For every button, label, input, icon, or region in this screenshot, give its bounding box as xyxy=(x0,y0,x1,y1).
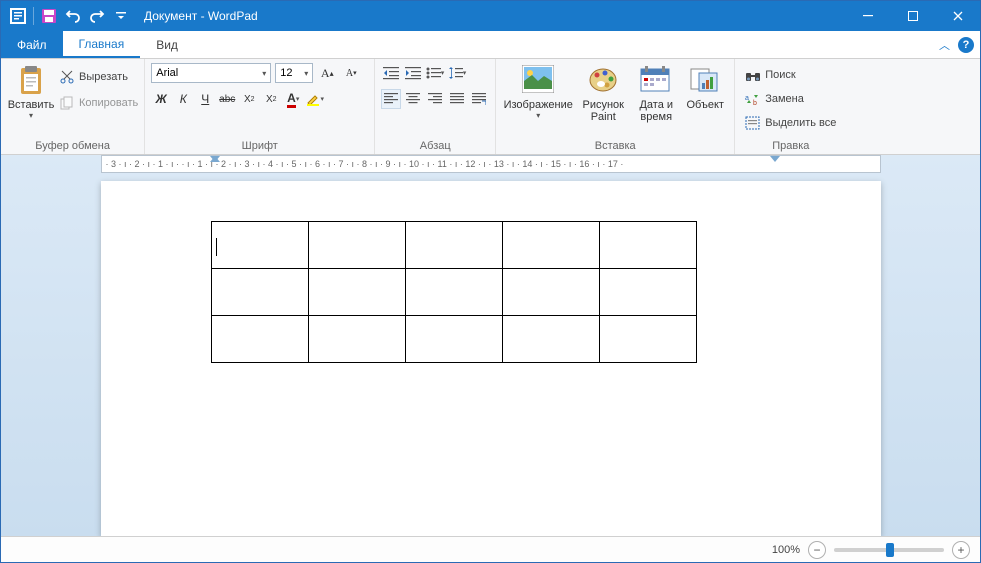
right-indent-marker[interactable] xyxy=(770,156,780,162)
group-clipboard-label: Буфер обмена xyxy=(7,138,138,152)
workspace: · 3 · ı · 2 · ı · 1 · ı · · ı · 1 · ı · … xyxy=(1,155,980,536)
paste-label: Вставить xyxy=(8,99,55,111)
highlight-button[interactable]: ▾ xyxy=(305,89,325,109)
group-editing: Поиск ab Замена Выделить все Правка xyxy=(735,59,846,154)
table-row xyxy=(211,222,696,269)
bullets-button[interactable]: ▾ xyxy=(425,63,445,83)
strikethrough-button[interactable]: abc xyxy=(217,89,237,109)
align-right-button[interactable] xyxy=(425,89,445,109)
help-icon[interactable]: ? xyxy=(958,37,974,53)
bold-button[interactable]: Ж xyxy=(151,89,171,109)
redo-icon[interactable] xyxy=(86,5,108,27)
find-label: Поиск xyxy=(765,69,795,81)
cut-button[interactable]: Вырезать xyxy=(59,67,138,87)
group-font: Arial▾ 12▾ A▴ A▾ Ж К Ч abc X2 X2 A▾ ▾ Шр… xyxy=(145,59,375,154)
binoculars-icon xyxy=(745,67,761,83)
quick-access-toolbar xyxy=(1,1,138,31)
insert-picture-button[interactable]: Изображение ▾ xyxy=(502,63,574,125)
grow-font-button[interactable]: A▴ xyxy=(317,63,337,83)
italic-button[interactable]: К xyxy=(173,89,193,109)
group-insert: Изображение ▾ Рисунок Paint Дата и время… xyxy=(496,59,735,154)
font-size-combo[interactable]: 12▾ xyxy=(275,63,313,83)
insert-picture-label: Изображение xyxy=(504,99,573,111)
window-title: Документ - WordPad xyxy=(144,9,845,23)
tab-home[interactable]: Главная xyxy=(63,31,141,58)
insert-datetime-label: Дата и время xyxy=(634,99,678,123)
select-all-button[interactable]: Выделить все xyxy=(745,113,836,133)
copy-icon xyxy=(59,95,75,111)
left-indent-marker[interactable] xyxy=(210,156,220,162)
minimize-button[interactable] xyxy=(845,1,890,31)
chevron-down-icon: ▾ xyxy=(29,111,33,120)
document-area[interactable] xyxy=(1,175,980,536)
font-name-combo[interactable]: Arial▾ xyxy=(151,63,271,83)
close-button[interactable] xyxy=(935,1,980,31)
zoom-slider-thumb[interactable] xyxy=(886,543,894,557)
group-paragraph-label: Абзац xyxy=(381,138,489,152)
group-insert-label: Вставка xyxy=(502,138,728,152)
paragraph-dialog-button[interactable] xyxy=(469,89,489,109)
collapse-ribbon-icon[interactable]: ︿ xyxy=(939,37,950,53)
horizontal-ruler[interactable]: · 3 · ı · 2 · ı · 1 · ı · · ı · 1 · ı · … xyxy=(101,155,881,173)
wordpad-window: { "title": "Документ - WordPad", "tabs":… xyxy=(0,0,981,563)
maximize-button[interactable] xyxy=(890,1,935,31)
undo-icon[interactable] xyxy=(62,5,84,27)
align-left-button[interactable] xyxy=(381,89,401,109)
page xyxy=(101,181,881,536)
ribbon: Вставить ▾ Вырезать Копировать Буфер обм… xyxy=(1,59,980,155)
shrink-font-button[interactable]: A▾ xyxy=(341,63,361,83)
document-table[interactable] xyxy=(211,221,697,363)
select-all-label: Выделить все xyxy=(765,117,836,129)
group-editing-label: Правка xyxy=(741,138,840,152)
font-color-button[interactable]: A▾ xyxy=(283,89,303,109)
group-paragraph: ▾ ▾ Абзац xyxy=(375,59,496,154)
align-center-button[interactable] xyxy=(403,89,423,109)
table-row xyxy=(211,316,696,363)
insert-object-label: Объект xyxy=(687,99,724,111)
paste-button[interactable]: Вставить ▾ xyxy=(7,63,55,122)
copy-button[interactable]: Копировать xyxy=(59,93,138,113)
window-controls xyxy=(845,1,980,31)
chevron-down-icon: ▾ xyxy=(536,111,540,120)
app-icon[interactable] xyxy=(7,5,29,27)
decrease-indent-button[interactable] xyxy=(381,63,401,83)
zoom-in-button[interactable]: + xyxy=(952,541,970,559)
insert-datetime-button[interactable]: Дата и время xyxy=(632,63,680,125)
justify-button[interactable] xyxy=(447,89,467,109)
zoom-level: 100% xyxy=(772,544,800,556)
insert-object-button[interactable]: Объект xyxy=(682,63,728,125)
text-cursor xyxy=(216,238,217,256)
ribbon-tabs: Файл Главная Вид ︿ ? xyxy=(1,31,980,59)
cut-label: Вырезать xyxy=(79,71,128,83)
save-icon[interactable] xyxy=(38,5,60,27)
subscript-button[interactable]: X2 xyxy=(239,89,259,109)
copy-label: Копировать xyxy=(79,97,138,109)
increase-indent-button[interactable] xyxy=(403,63,423,83)
superscript-button[interactable]: X2 xyxy=(261,89,281,109)
titlebar: Документ - WordPad xyxy=(1,1,980,31)
underline-button[interactable]: Ч xyxy=(195,89,215,109)
scissors-icon xyxy=(59,69,75,85)
insert-paint-button[interactable]: Рисунок Paint xyxy=(576,63,630,125)
replace-button[interactable]: ab Замена xyxy=(745,89,836,109)
select-all-icon xyxy=(745,115,761,131)
zoom-out-button[interactable]: − xyxy=(808,541,826,559)
insert-paint-label: Рисунок Paint xyxy=(578,99,628,123)
replace-icon: ab xyxy=(745,91,761,107)
zoom-slider[interactable] xyxy=(834,548,944,552)
group-font-label: Шрифт xyxy=(151,138,368,152)
qat-customize-icon[interactable] xyxy=(110,5,132,27)
tab-view[interactable]: Вид xyxy=(140,31,194,58)
statusbar: 100% − + xyxy=(1,536,980,562)
find-button[interactable]: Поиск xyxy=(745,65,836,85)
replace-label: Замена xyxy=(765,93,804,105)
table-row xyxy=(211,269,696,316)
group-clipboard: Вставить ▾ Вырезать Копировать Буфер обм… xyxy=(1,59,145,154)
svg-text:b: b xyxy=(753,100,757,106)
tab-file[interactable]: Файл xyxy=(1,31,63,58)
line-spacing-button[interactable]: ▾ xyxy=(447,63,467,83)
